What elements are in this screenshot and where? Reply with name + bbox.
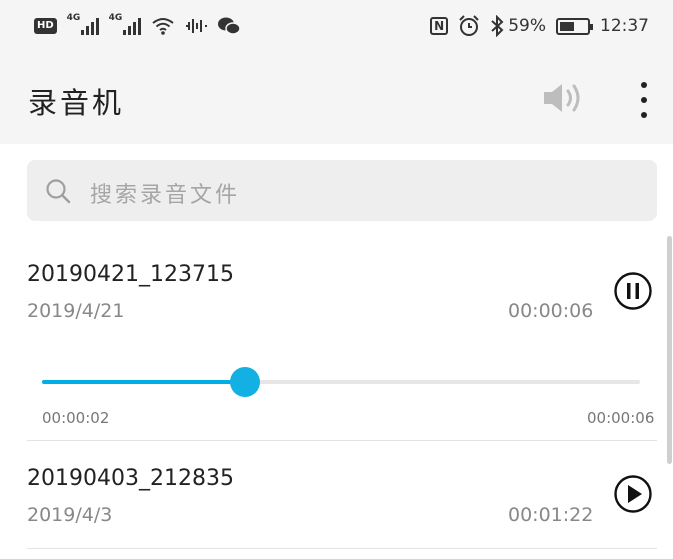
total-time: 00:00:06 — [587, 409, 655, 427]
playback-slider[interactable] — [42, 367, 640, 397]
hd-badge: HD — [34, 18, 57, 34]
divider — [27, 440, 657, 441]
alarm-icon — [459, 15, 479, 36]
pause-icon[interactable] — [613, 271, 653, 311]
search-placeholder: 搜索录音文件 — [90, 183, 241, 208]
app-bar: 录音机 — [0, 52, 673, 144]
wifi-icon — [152, 18, 174, 35]
play-icon[interactable] — [613, 474, 653, 514]
divider — [27, 548, 657, 549]
signal-icon: 4G — [67, 13, 99, 35]
more-vertical-icon[interactable] — [630, 78, 658, 122]
nfc-icon: N — [430, 17, 449, 35]
battery-percent: 59% — [508, 16, 546, 36]
recording-name: 20190403_212835 — [27, 466, 234, 491]
signal-icon: 4G — [109, 13, 141, 35]
recording-date: 2019/4/3 — [27, 504, 113, 526]
recording-duration: 00:01:22 — [508, 504, 594, 526]
page-title: 录音机 — [28, 86, 125, 120]
scrollbar[interactable] — [667, 236, 672, 464]
slider-thumb[interactable] — [230, 367, 261, 397]
battery-icon — [556, 17, 593, 35]
recording-date: 2019/4/21 — [27, 300, 125, 322]
status-bar-left: HD 4G 4G — [34, 13, 241, 36]
status-bar-right: N 59% 12:37 — [430, 15, 649, 37]
wechat-icon — [217, 17, 241, 35]
voice-activity-icon — [185, 19, 207, 33]
bluetooth-icon — [491, 15, 504, 37]
recording-name: 20190421_123715 — [27, 262, 234, 287]
recording-duration: 00:00:06 — [508, 300, 594, 322]
search-icon — [46, 179, 71, 204]
speaker-icon[interactable] — [540, 78, 586, 118]
status-bar: HD 4G 4G N 59% 12:37 — [0, 0, 673, 52]
search-input[interactable]: 搜索录音文件 — [27, 160, 657, 221]
clock: 12:37 — [600, 16, 649, 36]
elapsed-time: 00:00:02 — [42, 409, 110, 427]
playback-progress — [42, 380, 246, 384]
